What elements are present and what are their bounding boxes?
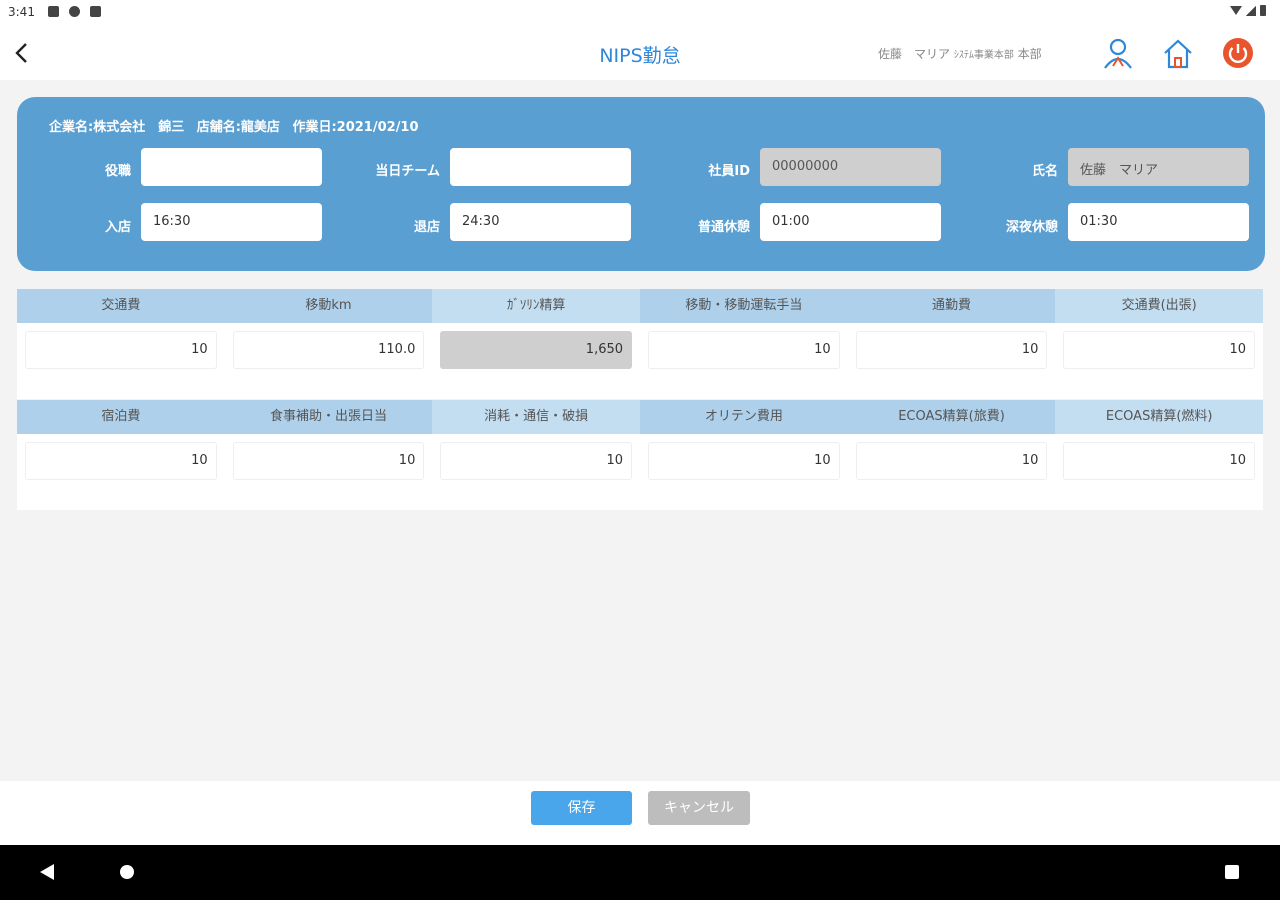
travel-km-field[interactable]: 110.0 <box>232 331 425 369</box>
user-info: 佐藤 マリア ｼｽﾃﾑ事業本部 本部 <box>878 45 1042 62</box>
status-time: 3:41 <box>8 5 35 19</box>
gasoline-settlement-field: 1,650 <box>440 331 633 369</box>
grid-header-cell: オリテン費用 <box>704 409 783 424</box>
normal-break-label: 普通休憩 <box>697 220 750 235</box>
status-bar: 3:41 <box>0 0 1280 26</box>
work-info-card: 企業名:株式会社 錦三 店舗名:龍美店 作業日:2021/02/10 役職 当日… <box>17 97 1265 271</box>
grid-header-cell: 通勤費 <box>932 298 972 313</box>
notification-icons <box>48 6 101 17</box>
grid-header-cell: 食事補助・出張日当 <box>270 409 388 424</box>
employee-id-label: 社員ID <box>708 164 750 179</box>
night-break-field[interactable]: 01:30 <box>1068 203 1249 241</box>
notification-icon <box>69 6 80 17</box>
lodging-fee-field[interactable]: 10 <box>25 442 217 480</box>
signal-icon <box>1246 5 1256 16</box>
work-summary: 企業名:株式会社 錦三 店舗名:龍美店 作業日:2021/02/10 <box>49 116 419 135</box>
app-title: NIPS勤怠 <box>599 45 681 67</box>
store-name: 店舗名:龍美店 <box>196 120 280 135</box>
grid-header-cell: 交通費(出張) <box>1055 289 1264 323</box>
consumables-field[interactable]: 10 <box>440 442 633 480</box>
home-icon[interactable] <box>1161 36 1195 70</box>
grid-header-cell: ECOAS精算(旅費) <box>898 409 1005 424</box>
role-field[interactable] <box>141 148 322 186</box>
notification-icon <box>90 6 101 17</box>
grid-header-cell: 移動・移動運転手当 <box>685 298 803 313</box>
role-label: 役職 <box>104 164 131 179</box>
action-footer: 保存 キャンセル <box>0 781 1280 845</box>
work-date: 作業日:2021/02/10 <box>292 120 419 135</box>
grid-header-cell: 移動km <box>305 298 352 313</box>
notification-icon <box>48 6 59 17</box>
company-name: 企業名:株式会社 錦三 <box>49 120 185 135</box>
check-out-field[interactable]: 24:30 <box>450 203 631 241</box>
back-icon[interactable] <box>10 38 34 68</box>
grid-header-cell: 宿泊費 <box>101 409 141 424</box>
check-in-field[interactable]: 16:30 <box>141 203 322 241</box>
user-unit: 本部 <box>1017 47 1042 61</box>
user-icon[interactable] <box>1101 36 1135 70</box>
cancel-button[interactable]: キャンセル <box>648 791 750 825</box>
employee-id-field: 00000000 <box>760 148 941 186</box>
oriten-cost-field[interactable]: 10 <box>648 442 840 480</box>
commute-fee-field[interactable]: 10 <box>855 331 1048 369</box>
grid-header-cell: ｶﾞｿﾘﾝ精算 <box>432 289 641 323</box>
grid-header: 宿泊費 食事補助・出張日当 消耗・通信・破損 オリテン費用 ECOAS精算(旅費… <box>17 400 1264 434</box>
expenses-grid-2: 宿泊費 食事補助・出張日当 消耗・通信・破損 オリテン費用 ECOAS精算(旅費… <box>17 400 1264 510</box>
nav-home-icon[interactable] <box>120 865 134 879</box>
driving-allowance-field[interactable]: 10 <box>648 331 840 369</box>
business-trip-transport-field[interactable]: 10 <box>1063 331 1256 369</box>
check-in-label: 入店 <box>104 220 131 235</box>
normal-break-field[interactable]: 01:00 <box>760 203 941 241</box>
name-field: 佐藤 マリア <box>1068 148 1249 186</box>
team-label: 当日チーム <box>375 164 440 179</box>
nav-recents-icon[interactable] <box>1225 865 1239 879</box>
team-field[interactable] <box>450 148 631 186</box>
name-label: 氏名 <box>1031 164 1058 179</box>
save-button[interactable]: 保存 <box>531 791 632 825</box>
wifi-icon <box>1230 6 1242 15</box>
night-break-label: 深夜休憩 <box>1005 220 1058 235</box>
transport-fee-field[interactable]: 10 <box>25 331 217 369</box>
check-out-label: 退店 <box>413 220 440 235</box>
grid-header-cell: ECOAS精算(燃料) <box>1055 400 1264 434</box>
nav-back-icon[interactable] <box>40 864 54 880</box>
system-indicators <box>1230 5 1266 16</box>
app-header: NIPS勤怠 佐藤 マリア ｼｽﾃﾑ事業本部 本部 <box>0 26 1280 80</box>
grid-row: 10 10 10 10 10 10 <box>17 434 1263 510</box>
grid-row: 10 110.0 1,650 10 10 10 <box>17 323 1263 399</box>
power-icon[interactable] <box>1221 36 1255 70</box>
grid-header-cell: 交通費 <box>101 298 141 313</box>
expenses-grid-1: 交通費 移動km ｶﾞｿﾘﾝ精算 移動・移動運転手当 通勤費 交通費(出張) 1… <box>17 289 1264 399</box>
user-name: 佐藤 マリア <box>878 47 951 61</box>
ecoas-travel-field[interactable]: 10 <box>855 442 1048 480</box>
ecoas-fuel-field[interactable]: 10 <box>1063 442 1256 480</box>
system-nav-bar <box>0 845 1280 900</box>
grid-header-cell: 消耗・通信・破損 <box>432 400 641 434</box>
battery-icon <box>1260 5 1266 16</box>
grid-header: 交通費 移動km ｶﾞｿﾘﾝ精算 移動・移動運転手当 通勤費 交通費(出張) <box>17 289 1264 323</box>
meal-allowance-field[interactable]: 10 <box>232 442 425 480</box>
user-dept: ｼｽﾃﾑ事業本部 <box>953 50 1014 61</box>
